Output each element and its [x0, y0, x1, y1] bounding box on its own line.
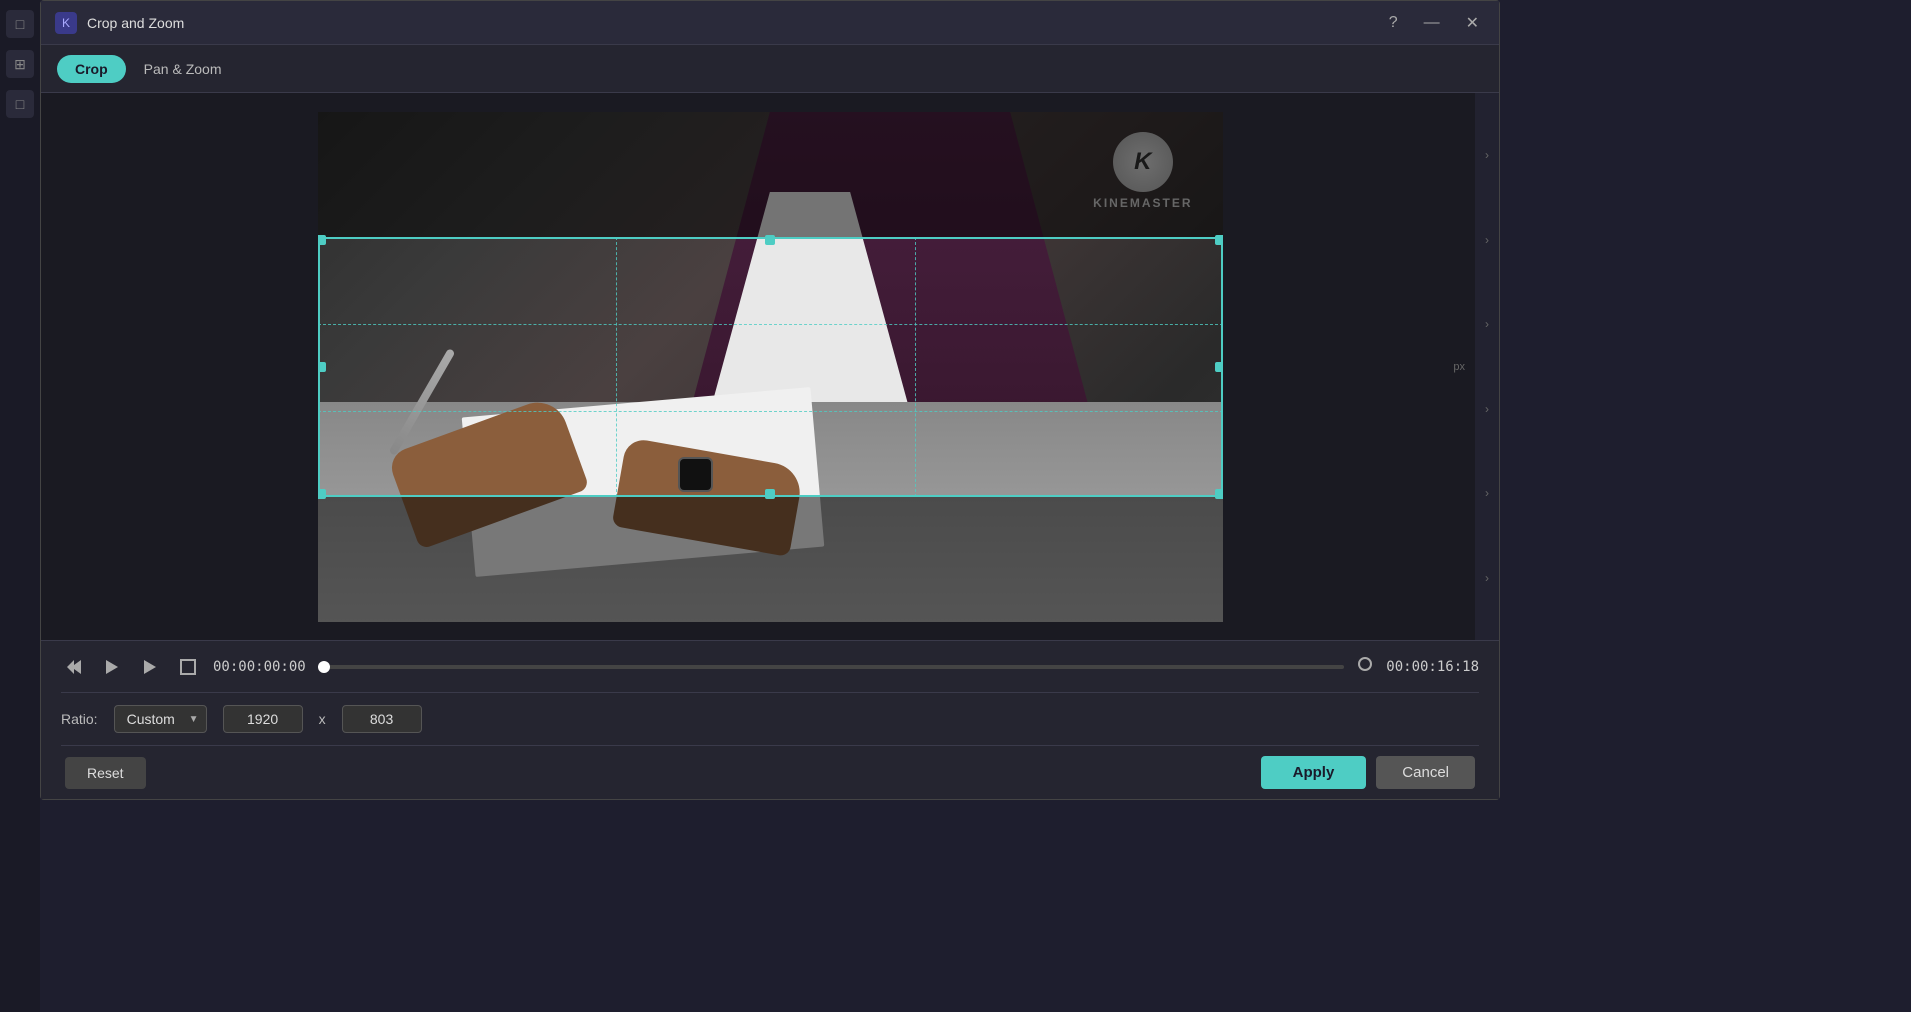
ratio-width-input[interactable] — [223, 705, 303, 733]
ratio-x-label: x — [319, 711, 326, 727]
minimize-button[interactable]: — — [1418, 12, 1446, 34]
back-frame-button[interactable] — [61, 654, 87, 680]
kinemaster-icon: K — [1113, 132, 1173, 192]
time-current: 00:00:00:00 — [213, 659, 306, 675]
timeline-thumb[interactable] — [318, 661, 330, 673]
title-bar-right: ? — ✕ — [1383, 11, 1485, 35]
apply-button[interactable]: Apply — [1261, 756, 1367, 789]
tab-bar: Crop Pan & Zoom — [41, 45, 1499, 93]
time-total: 00:00:16:18 — [1386, 659, 1479, 675]
video-frame[interactable]: K KINEMASTER — [318, 112, 1223, 622]
bottom-controls: 00:00:00:00 00:00:16:18 Ratio: Custom — [41, 640, 1499, 799]
kinemaster-logo: K KINEMASTER — [1093, 132, 1192, 210]
left-sidebar: □ ⊞ □ — [0, 0, 40, 1012]
reset-button[interactable]: Reset — [65, 757, 146, 789]
sidebar-arrow-5[interactable]: › — [1485, 486, 1489, 500]
ratio-bar: Ratio: Custom 16:9 4:3 1:1 9:16 ▼ x — [61, 693, 1479, 745]
title-bar: K Crop and Zoom ? — ✕ — [41, 1, 1499, 45]
loop-button[interactable] — [1356, 655, 1374, 678]
app-icon: K — [55, 12, 77, 34]
playback-bar: 00:00:00:00 00:00:16:18 — [61, 641, 1479, 693]
close-button[interactable]: ✕ — [1460, 11, 1485, 35]
action-right: Apply Cancel — [1261, 756, 1475, 789]
dialog-title: Crop and Zoom — [87, 15, 184, 31]
left-icon-3[interactable]: □ — [6, 90, 34, 118]
help-button[interactable]: ? — [1383, 12, 1404, 34]
preview-area: K KINEMASTER — [41, 93, 1499, 640]
sidebar-arrow-2[interactable]: › — [1485, 233, 1489, 247]
cancel-button[interactable]: Cancel — [1376, 756, 1475, 789]
main-content: K KINEMASTER — [41, 93, 1499, 799]
ratio-select-wrapper: Custom 16:9 4:3 1:1 9:16 ▼ — [114, 705, 207, 733]
sidebar-arrow-3[interactable]: › — [1485, 317, 1489, 331]
sidebar-arrow-6[interactable]: › — [1485, 571, 1489, 585]
sidebar-arrow-1[interactable]: › — [1485, 148, 1489, 162]
fullscreen-button[interactable] — [175, 654, 201, 680]
video-content: K KINEMASTER — [318, 112, 1223, 622]
ratio-select[interactable]: Custom 16:9 4:3 1:1 9:16 — [114, 705, 207, 733]
action-bar: Reset Apply Cancel — [61, 745, 1479, 799]
ratio-label: Ratio: — [61, 711, 98, 727]
tab-pan-zoom[interactable]: Pan & Zoom — [126, 55, 240, 83]
sidebar-arrow-4[interactable]: › — [1485, 402, 1489, 416]
play-button-2[interactable] — [137, 654, 163, 680]
right-sidebar: › › › › › › — [1475, 93, 1499, 640]
kinemaster-name: KINEMASTER — [1093, 196, 1192, 210]
watch — [678, 457, 713, 492]
left-icon-1[interactable]: □ — [6, 10, 34, 38]
px-label: px — [1453, 361, 1465, 373]
play-button-1[interactable] — [99, 654, 125, 680]
ratio-height-input[interactable] — [342, 705, 422, 733]
left-icon-2[interactable]: ⊞ — [6, 50, 34, 78]
timeline-track[interactable] — [318, 665, 1345, 669]
crop-zoom-dialog: K Crop and Zoom ? — ✕ Crop Pan & Zoom — [40, 0, 1500, 800]
title-bar-left: K Crop and Zoom — [55, 12, 184, 34]
tab-crop[interactable]: Crop — [57, 55, 126, 83]
